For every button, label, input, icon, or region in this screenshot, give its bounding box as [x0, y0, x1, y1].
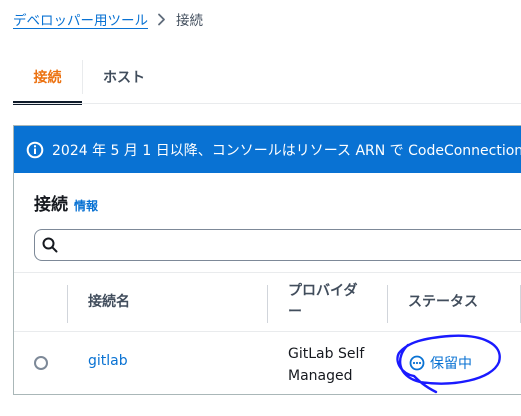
tab-bar: 接続 ホスト: [13, 52, 521, 105]
tab-divider: [82, 60, 83, 94]
table-header: 接続名 プロバイダー ステータス: [14, 272, 521, 332]
provider-line-2: Managed: [288, 368, 353, 384]
row-select-radio[interactable]: [34, 356, 48, 370]
panel-title: 接続: [34, 195, 68, 215]
chevron-right-icon: [157, 13, 166, 26]
search-input[interactable]: [64, 231, 521, 259]
info-banner: 2024 年 5 月 1 日以降、コンソールはリソース ARN で CodeCo…: [14, 126, 521, 173]
connection-provider: GitLab Self Managed: [288, 343, 384, 387]
status-indicator: 保留中: [409, 353, 472, 373]
breadcrumb-developer-tools-link[interactable]: デベロッパー用ツール: [13, 9, 148, 29]
column-header-provider[interactable]: プロバイダー: [288, 273, 368, 331]
pending-icon: [409, 355, 425, 371]
column-separator: [267, 285, 268, 323]
panel-header: 接続 情報: [34, 190, 98, 215]
search-field[interactable]: [34, 229, 521, 261]
banner-text: 2024 年 5 月 1 日以降、コンソールはリソース ARN で CodeCo…: [52, 142, 521, 159]
column-header-status[interactable]: ステータス: [408, 273, 478, 331]
breadcrumb-current: 接続: [176, 13, 203, 29]
search-icon: [42, 237, 58, 253]
column-separator: [387, 285, 388, 323]
tab-connections[interactable]: 接続: [13, 52, 82, 102]
tabs-baseline: [13, 103, 521, 104]
breadcrumb: デベロッパー用ツール 接続: [13, 9, 203, 29]
table-row: gitlab GitLab Self Managed 保留中: [14, 333, 521, 394]
connections-panel: 2024 年 5 月 1 日以降、コンソールはリソース ARN で CodeCo…: [13, 125, 521, 395]
column-header-name[interactable]: 接続名: [88, 273, 130, 331]
info-icon: [26, 141, 44, 159]
provider-line-1: GitLab Self: [288, 346, 365, 362]
connection-name-link[interactable]: gitlab: [88, 353, 128, 369]
info-link[interactable]: 情報: [74, 197, 98, 214]
column-separator: [67, 285, 68, 323]
status-text: 保留中: [430, 356, 472, 372]
tab-hosts[interactable]: ホスト: [103, 52, 145, 102]
